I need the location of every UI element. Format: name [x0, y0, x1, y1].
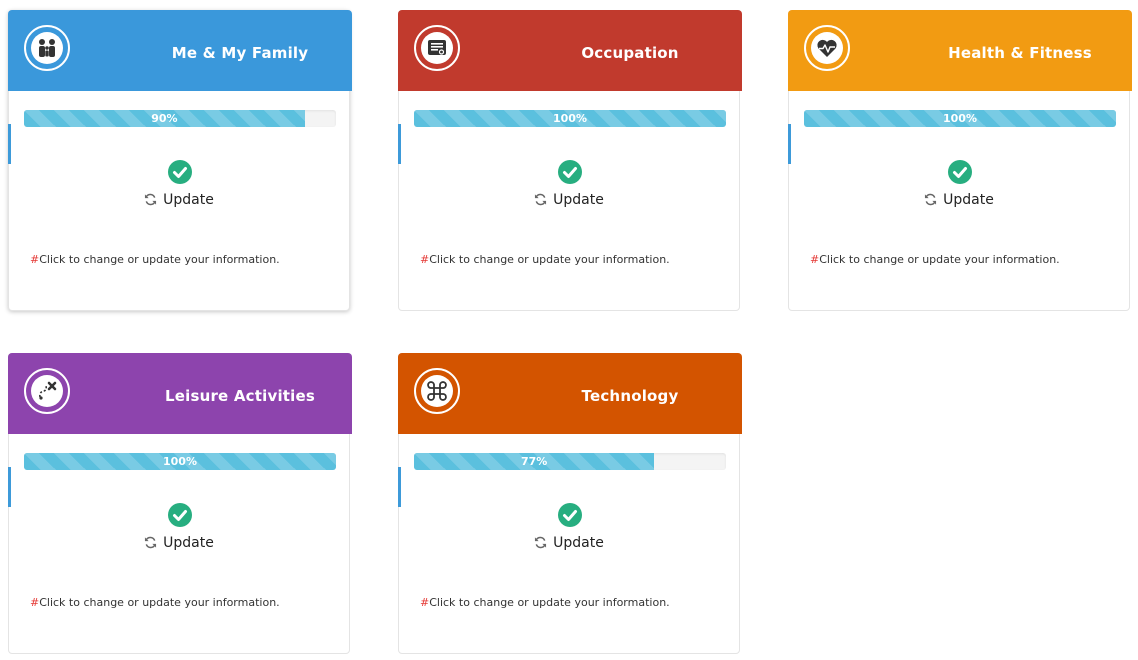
active-marker [8, 124, 11, 164]
progress-bar: 100% [804, 110, 1116, 127]
hint-text: #Click to change or update your informat… [30, 253, 280, 266]
family-icon [39, 39, 55, 57]
card-title: Me & My Family [171, 44, 309, 62]
certificate-icon [428, 40, 446, 55]
card-header: Health & Fitness [788, 10, 1132, 91]
active-marker [788, 124, 791, 164]
card-technology[interactable]: Technology 77% Update #Click to change o… [398, 353, 742, 654]
card-title: Occupation [581, 44, 679, 62]
update-button[interactable]: Update [789, 192, 1129, 208]
hint-message: Click to change or update your informati… [39, 596, 280, 609]
progress-bar: 90% [24, 110, 336, 127]
heartbeat-icon [817, 39, 837, 57]
progress-fill: 77% [414, 453, 655, 470]
hint-message: Click to change or update your informati… [429, 596, 670, 609]
card-header: Technology [398, 353, 742, 434]
card-header: Occupation [398, 10, 742, 91]
card-occupation[interactable]: Occupation 100% Update #Click to change … [398, 10, 742, 311]
refresh-icon [535, 536, 547, 549]
update-button[interactable]: Update [399, 192, 739, 208]
check-circle-icon [948, 160, 972, 184]
update-label: Update [553, 535, 604, 551]
update-label: Update [943, 192, 994, 208]
update-button[interactable]: Update [9, 192, 349, 208]
hint-text: #Click to change or update your informat… [810, 253, 1060, 266]
icon-ring [24, 25, 70, 71]
command-key-icon [427, 381, 447, 401]
icon-ring [804, 25, 850, 71]
icon-ring [414, 368, 460, 414]
check-circle-icon [168, 503, 192, 527]
update-button[interactable]: Update [399, 535, 739, 551]
card-title: Health & Fitness [948, 44, 1092, 62]
hint-hash: # [30, 253, 40, 266]
update-label: Update [163, 535, 214, 551]
progress-bar: 100% [414, 110, 726, 127]
card-header: Me & My Family [8, 10, 352, 91]
progress-fill: 90% [24, 110, 305, 127]
refresh-icon [925, 193, 937, 206]
refresh-icon [145, 193, 157, 206]
check-circle-icon [558, 160, 582, 184]
treasure-map-icon [39, 381, 57, 400]
progress-fill: 100% [24, 453, 336, 470]
update-label: Update [553, 192, 604, 208]
card-me-and-my-family[interactable]: Me & My Family 90% Update #Click to chan… [8, 10, 352, 311]
update-label: Update [163, 192, 214, 208]
hint-message: Click to change or update your informati… [429, 253, 670, 266]
hint-message: Click to change or update your informati… [819, 253, 1060, 266]
card-health-and-fitness[interactable]: Health & Fitness 100% Update #Click to c… [788, 10, 1132, 311]
progress-bar: 100% [24, 453, 336, 470]
hint-text: #Click to change or update your informat… [30, 596, 280, 609]
card-leisure-activities[interactable]: Leisure Activities 100% Update #Click to… [8, 353, 352, 654]
card-title: Technology [581, 387, 679, 405]
hint-message: Click to change or update your informati… [39, 253, 280, 266]
check-circle-icon [558, 503, 582, 527]
icon-ring [414, 25, 460, 71]
card-title: Leisure Activities [164, 387, 316, 405]
hint-hash: # [810, 253, 820, 266]
update-button[interactable]: Update [9, 535, 349, 551]
hint-text: #Click to change or update your informat… [420, 596, 670, 609]
icon-ring [24, 368, 70, 414]
hint-text: #Click to change or update your informat… [420, 253, 670, 266]
card-header: Leisure Activities [8, 353, 352, 434]
refresh-icon [535, 193, 547, 206]
progress-fill: 100% [804, 110, 1116, 127]
active-marker [398, 467, 401, 507]
progress-bar: 77% [414, 453, 726, 470]
hint-hash: # [30, 596, 40, 609]
hint-hash: # [420, 596, 430, 609]
hint-hash: # [420, 253, 430, 266]
check-circle-icon [168, 160, 192, 184]
active-marker [398, 124, 401, 164]
refresh-icon [145, 536, 157, 549]
active-marker [8, 467, 11, 507]
progress-fill: 100% [414, 110, 726, 127]
